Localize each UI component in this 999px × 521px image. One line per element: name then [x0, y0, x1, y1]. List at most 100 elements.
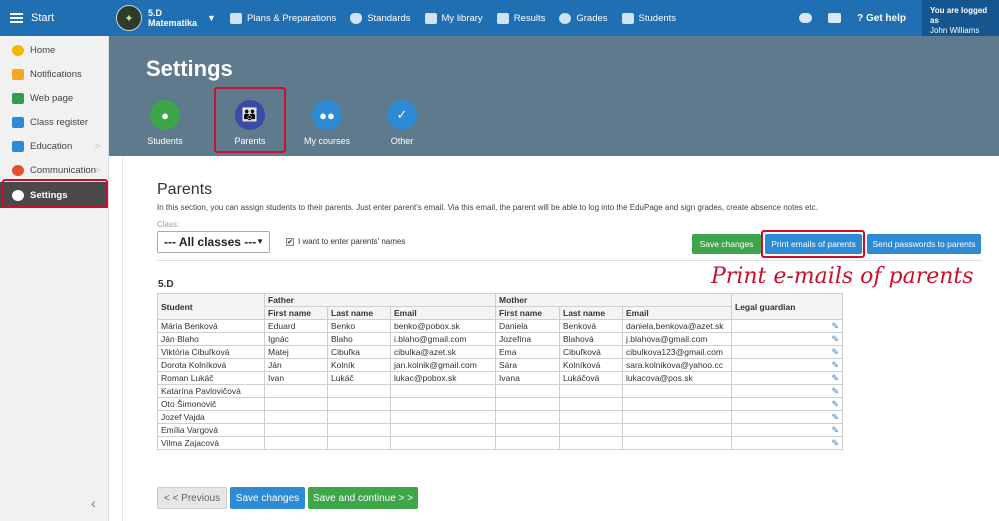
parent-f-first-cell[interactable]: Ivan: [264, 371, 328, 385]
send-passwords-button[interactable]: Send passwords to parents: [867, 234, 981, 254]
start-menu-button[interactable]: Start: [0, 0, 108, 36]
pencil-icon[interactable]: ✎: [831, 438, 839, 448]
parent-m-last-cell[interactable]: Kolníková: [559, 358, 623, 372]
pencil-icon[interactable]: ✎: [831, 386, 839, 396]
tab-other[interactable]: ✓ Other: [367, 100, 437, 146]
parent-m-email-cell[interactable]: cibulkova123@gmail.com: [622, 345, 732, 359]
user-account[interactable]: You are logged as John Williams: [922, 0, 999, 36]
parent-f-last-cell[interactable]: Lukáč: [327, 371, 391, 385]
parent-f-email-cell[interactable]: [390, 397, 496, 411]
parent-f-email-cell[interactable]: [390, 410, 496, 424]
parent-m-email-cell[interactable]: [622, 436, 732, 450]
nav-grades[interactable]: Grades: [559, 12, 608, 24]
parent-m-email-cell[interactable]: [622, 423, 732, 437]
parent-m-first-cell[interactable]: Sára: [495, 358, 560, 372]
parent-m-first-cell[interactable]: Ivana: [495, 371, 560, 385]
parent-m-last-cell[interactable]: Blahová: [559, 332, 623, 346]
parent-m-first-cell[interactable]: [495, 423, 560, 437]
parent-f-last-cell[interactable]: Blaho: [327, 332, 391, 346]
parent-f-last-cell[interactable]: [327, 384, 391, 398]
tab-my-courses[interactable]: ●● My courses: [292, 100, 362, 146]
parent-f-first-cell[interactable]: Ján: [264, 358, 328, 372]
parent-m-last-cell[interactable]: [559, 423, 623, 437]
edit-guardian-cell[interactable]: ✎: [731, 319, 843, 333]
edit-guardian-cell[interactable]: ✎: [731, 436, 843, 450]
nav-standards[interactable]: Standards: [350, 12, 411, 24]
sidebar-item-notifications[interactable]: Notifications: [0, 62, 108, 86]
sidebar-item-web-page[interactable]: Web page: [0, 86, 108, 110]
pencil-icon[interactable]: ✎: [831, 347, 839, 357]
parent-m-email-cell[interactable]: sara.kolnikova@yahoo.cc: [622, 358, 732, 372]
sidebar-item-class-register[interactable]: Class register: [0, 110, 108, 134]
edit-guardian-cell[interactable]: ✎: [731, 332, 843, 346]
parent-m-last-cell[interactable]: [559, 436, 623, 450]
get-help-link[interactable]: ? Get help: [857, 13, 906, 24]
chevron-left-icon[interactable]: ‹: [91, 495, 96, 511]
pencil-icon[interactable]: ✎: [831, 360, 839, 370]
edit-guardian-cell[interactable]: ✎: [731, 384, 843, 398]
pencil-icon[interactable]: ✎: [831, 373, 839, 383]
parent-f-first-cell[interactable]: Eduard: [264, 319, 328, 333]
parent-m-email-cell[interactable]: lukacova@pos.sk: [622, 371, 732, 385]
edit-guardian-cell[interactable]: ✎: [731, 358, 843, 372]
edit-guardian-cell[interactable]: ✎: [731, 397, 843, 411]
chat-icon[interactable]: [799, 13, 813, 23]
parent-f-email-cell[interactable]: cibulka@azet.sk: [390, 345, 496, 359]
parent-f-last-cell[interactable]: [327, 423, 391, 437]
tab-students[interactable]: ● Students: [130, 100, 200, 146]
class-picker[interactable]: ✦ 5.D Matematika ▼: [116, 5, 216, 31]
mail-icon[interactable]: [828, 13, 842, 23]
edit-guardian-cell[interactable]: ✎: [731, 410, 843, 424]
parent-f-last-cell[interactable]: Cibuľka: [327, 345, 391, 359]
parent-f-last-cell[interactable]: Benko: [327, 319, 391, 333]
pencil-icon[interactable]: ✎: [831, 334, 839, 344]
parent-f-first-cell[interactable]: [264, 436, 328, 450]
parent-f-first-cell[interactable]: [264, 423, 328, 437]
parent-m-email-cell[interactable]: [622, 397, 732, 411]
parent-f-last-cell[interactable]: [327, 397, 391, 411]
parent-f-email-cell[interactable]: benko@pobox.sk: [390, 319, 496, 333]
parent-f-first-cell[interactable]: [264, 410, 328, 424]
parent-f-last-cell[interactable]: [327, 436, 391, 450]
parent-m-first-cell[interactable]: [495, 384, 560, 398]
parent-m-last-cell[interactable]: Benková: [559, 319, 623, 333]
edit-guardian-cell[interactable]: ✎: [731, 345, 843, 359]
names-checkbox[interactable]: ✔ I want to enter parents' names: [286, 237, 405, 246]
parent-m-first-cell[interactable]: [495, 397, 560, 411]
nav-library[interactable]: My library: [424, 12, 483, 24]
parent-f-email-cell[interactable]: jan.kolnik@gmail.com: [390, 358, 496, 372]
parent-m-last-cell[interactable]: Lukáčová: [559, 371, 623, 385]
parent-m-first-cell[interactable]: [495, 410, 560, 424]
class-select[interactable]: --- All classes --- ▼: [157, 231, 270, 253]
parent-f-email-cell[interactable]: [390, 436, 496, 450]
parent-f-first-cell[interactable]: [264, 384, 328, 398]
parent-f-email-cell[interactable]: [390, 423, 496, 437]
parent-m-last-cell[interactable]: [559, 384, 623, 398]
parent-f-first-cell[interactable]: Ignác: [264, 332, 328, 346]
nav-plans[interactable]: Plans & Preparations: [229, 12, 336, 24]
save-changes-button[interactable]: Save changes: [692, 234, 761, 254]
parent-f-email-cell[interactable]: lukac@pobox.sk: [390, 371, 496, 385]
nav-results[interactable]: Results: [496, 12, 545, 24]
parent-f-email-cell[interactable]: i.blaho@gmail.com: [390, 332, 496, 346]
parent-m-email-cell[interactable]: [622, 410, 732, 424]
edit-guardian-cell[interactable]: ✎: [731, 371, 843, 385]
save-and-continue-button[interactable]: Save and continue > >: [308, 487, 418, 509]
parent-m-first-cell[interactable]: Daniela: [495, 319, 560, 333]
parent-m-first-cell[interactable]: Ema: [495, 345, 560, 359]
pencil-icon[interactable]: ✎: [831, 321, 839, 331]
nav-students[interactable]: Students: [621, 12, 676, 24]
parent-f-last-cell[interactable]: Kolník: [327, 358, 391, 372]
parent-f-first-cell[interactable]: [264, 397, 328, 411]
parent-f-email-cell[interactable]: [390, 384, 496, 398]
sidebar-item-education[interactable]: Education >: [0, 134, 108, 158]
pencil-icon[interactable]: ✎: [831, 412, 839, 422]
parent-m-first-cell[interactable]: Jozefína: [495, 332, 560, 346]
parent-m-email-cell[interactable]: [622, 384, 732, 398]
sidebar-item-home[interactable]: Home: [0, 38, 108, 62]
parent-m-email-cell[interactable]: daniela.benkova@azet.sk: [622, 319, 732, 333]
parent-m-last-cell[interactable]: [559, 397, 623, 411]
previous-button[interactable]: < < Previous: [157, 487, 227, 509]
parent-f-last-cell[interactable]: [327, 410, 391, 424]
parent-m-email-cell[interactable]: j.blahova@gmail.com: [622, 332, 732, 346]
